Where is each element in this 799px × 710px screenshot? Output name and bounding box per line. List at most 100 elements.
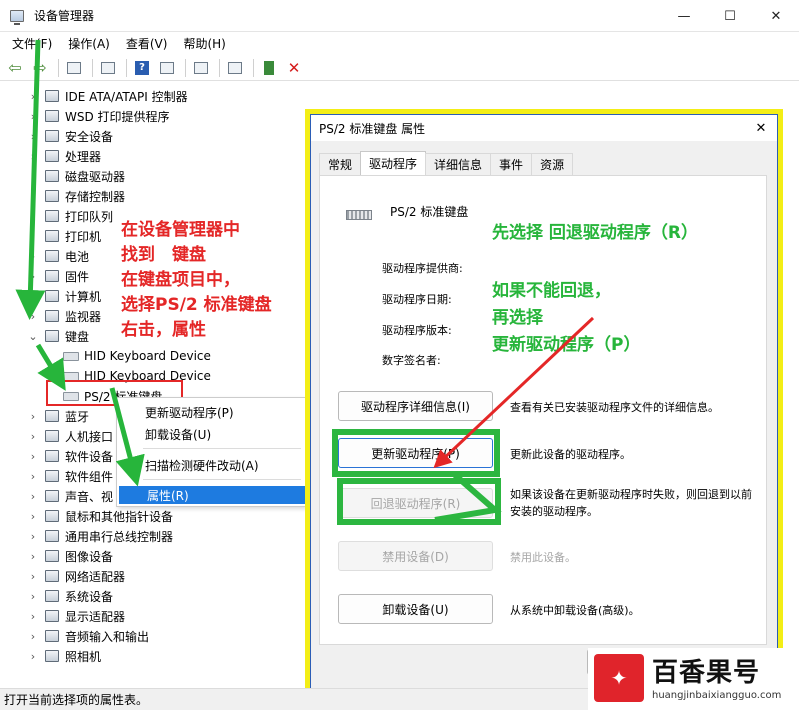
menu-view[interactable]: 查看(V): [120, 35, 174, 52]
menu-file[interactable]: 文件(F): [6, 35, 58, 52]
chevron-right-icon[interactable]: ›: [28, 150, 38, 163]
uninstall-device-button[interactable]: 卸载设备(U): [338, 594, 493, 624]
properties-icon: [101, 61, 115, 74]
chevron-right-icon[interactable]: ›: [28, 650, 38, 663]
hid-icon: [45, 430, 59, 442]
chevron-right-icon[interactable]: ›: [28, 190, 38, 203]
window-controls: — ☐ ✕: [661, 0, 799, 32]
print-button[interactable]: [190, 58, 212, 78]
chevron-right-icon[interactable]: ›: [28, 170, 38, 183]
update-driver-icon: [264, 60, 274, 75]
close-button[interactable]: ✕: [753, 0, 799, 32]
chevron-right-icon[interactable]: ›: [28, 90, 38, 103]
watermark-logo-icon: ✦: [594, 654, 644, 702]
uninstall-device-button[interactable]: ✕: [283, 58, 305, 78]
dialog-title-bar: PS/2 标准键盘 属性 ✕: [311, 115, 777, 141]
tab-details[interactable]: 详细信息: [425, 153, 492, 175]
ctx-uninstall-device[interactable]: 卸载设备(U): [117, 424, 305, 444]
monitor-icon: [45, 310, 59, 322]
chevron-right-icon[interactable]: ›: [28, 490, 38, 503]
chevron-right-icon[interactable]: ›: [28, 130, 38, 143]
tab-events[interactable]: 事件: [490, 153, 533, 175]
chevron-right-icon[interactable]: ›: [28, 270, 38, 283]
driver-date-label: 驱动程序日期:: [382, 293, 452, 306]
firmware-icon: [45, 270, 59, 282]
show-hide-console-tree-button[interactable]: [63, 58, 85, 78]
dialog-close-button[interactable]: ✕: [745, 115, 777, 141]
ctx-properties[interactable]: 属性(R): [119, 486, 305, 504]
computer-icon: [45, 290, 59, 302]
network-adapter-icon: [45, 570, 59, 582]
chevron-right-icon[interactable]: ›: [28, 410, 38, 423]
properties-button[interactable]: [97, 58, 119, 78]
print-queue-icon: [45, 210, 59, 222]
delete-x-icon: ✕: [287, 58, 301, 77]
software-component-icon: [45, 470, 59, 482]
chevron-right-icon[interactable]: ›: [28, 450, 38, 463]
device-manager-icon: [10, 9, 24, 25]
chevron-right-icon[interactable]: ›: [28, 510, 38, 523]
left-annotation: 在设备管理器中 找到 键盘 在键盘项目中， 选择PS/2 标准键盘 右击，属性: [121, 218, 311, 343]
chevron-right-icon[interactable]: ›: [28, 310, 38, 323]
title-bar: 设备管理器 — ☐ ✕: [0, 0, 799, 32]
chevron-right-icon[interactable]: ›: [28, 610, 38, 623]
chevron-right-icon[interactable]: ›: [28, 570, 38, 583]
forward-button[interactable]: ⇨: [29, 58, 51, 78]
toolbar-separator: [219, 58, 220, 77]
annotation-step-update: 更新驱动程序（P）: [492, 335, 641, 355]
watermark-name: 百香果号: [652, 658, 761, 688]
minimize-button[interactable]: —: [661, 0, 707, 32]
action-pane-button[interactable]: [156, 58, 178, 78]
toolbar-separator: [92, 58, 93, 77]
speaker-icon: [45, 490, 59, 502]
driver-tab-page: PS/2 标准键盘 驱动程序提供商: 驱动程序日期: 驱动程序版本: 数字签名者…: [319, 175, 767, 645]
tab-driver[interactable]: 驱动程序: [360, 151, 427, 175]
ctx-update-driver[interactable]: 更新驱动程序(P): [117, 402, 305, 422]
scan-hardware-button[interactable]: [224, 58, 246, 78]
maximize-button[interactable]: ☐: [707, 0, 753, 32]
chevron-right-icon[interactable]: ›: [28, 290, 38, 303]
chevron-right-icon[interactable]: ›: [28, 230, 38, 243]
tab-general[interactable]: 常规: [319, 153, 362, 175]
chevron-right-icon[interactable]: ›: [28, 530, 38, 543]
tab-resources[interactable]: 资源: [531, 153, 574, 175]
digital-signer-label: 数字签名者:: [382, 354, 441, 367]
system-device-icon: [45, 590, 59, 602]
disable-device-button[interactable]: 禁用设备(D): [338, 541, 493, 571]
action-pane-icon: [160, 61, 174, 74]
update-driver-desc: 更新此设备的驱动程序。: [510, 448, 631, 461]
chevron-right-icon[interactable]: ›: [28, 590, 38, 603]
printer-provider-icon: [45, 110, 59, 122]
dialog-tabs: 常规 驱动程序 详细信息 事件 资源: [319, 151, 574, 175]
usb-icon: [45, 530, 59, 542]
annotation-line: 找到 键盘: [121, 245, 206, 265]
roll-back-driver-highlight: [337, 478, 501, 525]
ctx-scan-hardware[interactable]: 扫描检测硬件改动(A): [117, 455, 305, 475]
chevron-right-icon[interactable]: ›: [28, 550, 38, 563]
chevron-right-icon[interactable]: ›: [28, 250, 38, 263]
uninstall-device-desc: 从系统中卸载设备(高级)。: [510, 604, 640, 617]
menu-action[interactable]: 操作(A): [62, 35, 116, 52]
chevron-right-icon[interactable]: ›: [28, 630, 38, 643]
chevron-down-icon[interactable]: ⌄: [28, 330, 38, 343]
driver-details-button[interactable]: 驱动程序详细信息(I): [338, 391, 493, 421]
chevron-right-icon[interactable]: ›: [28, 430, 38, 443]
chevron-right-icon[interactable]: ›: [28, 470, 38, 483]
driver-provider-label: 驱动程序提供商:: [382, 262, 463, 275]
chevron-right-icon[interactable]: ›: [28, 210, 38, 223]
menu-help[interactable]: 帮助(H): [177, 35, 231, 52]
driver-details-desc: 查看有关已安装驱动程序文件的详细信息。: [510, 401, 719, 414]
battery-icon: [45, 250, 59, 262]
back-button[interactable]: ⇦: [4, 58, 26, 78]
driver-version-label: 驱动程序版本:: [382, 324, 452, 337]
software-device-icon: [45, 450, 59, 462]
console-tree-icon: [67, 61, 81, 74]
toolbar-separator: [126, 58, 127, 77]
watermark-url: huangjinbaixiangguo.com: [652, 690, 782, 701]
help-button[interactable]: ?: [131, 58, 153, 78]
audio-io-icon: [45, 630, 59, 642]
menu-bar: 文件(F) 操作(A) 查看(V) 帮助(H): [0, 32, 799, 54]
update-driver-button[interactable]: [258, 58, 280, 78]
storage-controller-icon: [45, 190, 59, 202]
chevron-right-icon[interactable]: ›: [28, 110, 38, 123]
